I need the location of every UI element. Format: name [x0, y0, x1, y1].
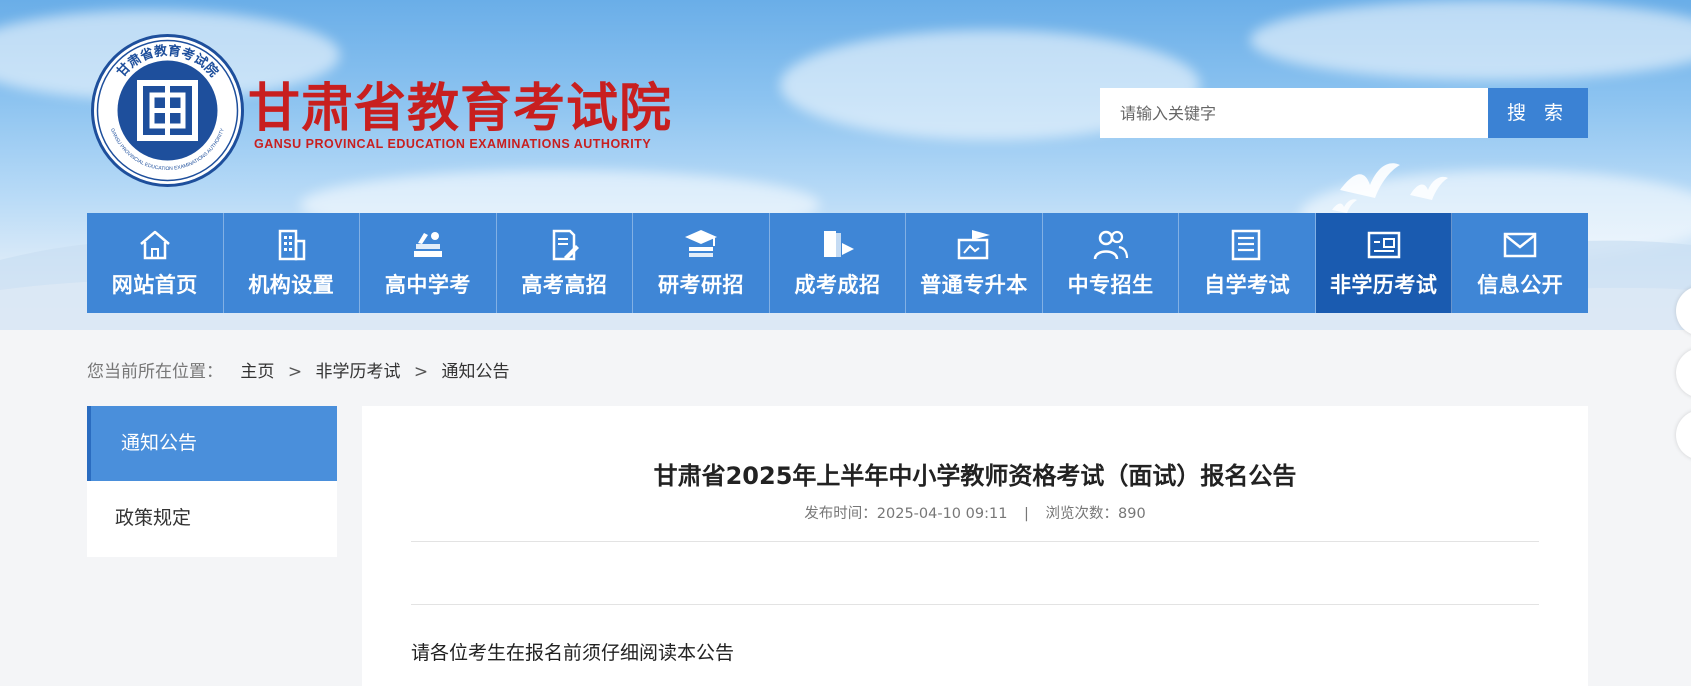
nav-item-self-study[interactable]: 自学考试 [1179, 213, 1316, 313]
views-label: 浏览次数： [1045, 506, 1119, 522]
nav-label: 非学历考试 [1329, 273, 1438, 297]
divider [411, 604, 1539, 605]
nav-item-postgraduate[interactable]: 研考研招 [633, 213, 770, 313]
nav-label: 高中学考 [384, 273, 471, 297]
breadcrumb-prefix: 您当前所在位置： [87, 362, 223, 382]
home-icon [139, 230, 170, 260]
search-button[interactable]: 搜 索 [1488, 88, 1588, 138]
publish-label: 发布时间： [804, 506, 877, 522]
sidebar-item-notices[interactable]: 通知公告 [87, 406, 337, 481]
site-subtitle: GANSU PROVINCAL EDUCATION EXAMINATIONS A… [254, 137, 652, 151]
nav-item-adult-exam[interactable]: 成考成招 [770, 213, 907, 313]
breadcrumb-link-notices[interactable]: 通知公告 [442, 362, 510, 382]
nav-label: 中专招生 [1067, 273, 1154, 297]
users-icon [1093, 230, 1128, 260]
site-title: 甘肃省教育考试院 [248, 79, 673, 139]
document-pen-icon [553, 229, 580, 261]
nav-item-information[interactable]: 信息公开 [1452, 213, 1588, 313]
view-count: 890 [1118, 506, 1146, 522]
nav-label: 信息公开 [1477, 273, 1564, 297]
mail-icon [1503, 232, 1537, 258]
cloud [1250, 0, 1691, 80]
search-input[interactable] [1100, 88, 1488, 138]
nav-label: 研考研招 [657, 273, 744, 297]
floating-tool-button[interactable] [1676, 410, 1691, 460]
meta-separator: | [1024, 506, 1029, 522]
nav-item-vocational[interactable]: 中专招生 [1043, 213, 1180, 313]
nav-label: 机构设置 [248, 273, 335, 297]
books-icon [413, 232, 442, 257]
nav-item-high-school-exam[interactable]: 高中学考 [360, 213, 497, 313]
logo-emblem: 甘肃省教育考试院 GANSU PROVINCIAL EDUCATION EXAM… [91, 34, 244, 187]
nav-label: 成考成招 [794, 273, 881, 297]
nav-item-non-degree-exam[interactable]: 非学历考试 [1315, 213, 1453, 313]
article-title: 甘肃省2025年上半年中小学教师资格考试（面试）报名公告 [653, 462, 1297, 490]
breadcrumb: 您当前所在位置： 主页 > 非学历考试 > 通知公告 [87, 357, 510, 382]
nav-label: 高考高招 [521, 273, 608, 297]
card-icon [1367, 231, 1400, 259]
book-flag-icon [823, 231, 854, 257]
cap-screen-icon [957, 230, 991, 260]
article-meta: 发布时间：2025-04-10 09:11 | 浏览次数：890 [362, 502, 1588, 523]
breadcrumb-separator: > [413, 362, 429, 382]
building-icon [279, 229, 306, 261]
nav-label: 自学考试 [1204, 273, 1291, 297]
sidebar-item-policies[interactable]: 政策规定 [87, 481, 337, 556]
breadcrumb-separator: > [287, 362, 303, 382]
sidebar: 通知公告 政策规定 [87, 406, 337, 557]
publish-time: 2025-04-10 09:11 [876, 506, 1008, 522]
nav-item-gaokao[interactable]: 高考高招 [497, 213, 634, 313]
notebook-icon [1231, 229, 1261, 261]
main-nav: 网站首页 机构设置 高中学考 高考高招 研考研招 成考成招 普通专升本 中专招生… [87, 213, 1588, 313]
breadcrumb-link-non-degree[interactable]: 非学历考试 [315, 362, 400, 382]
nav-item-organization[interactable]: 机构设置 [224, 213, 361, 313]
floating-tool-button[interactable] [1676, 348, 1691, 398]
article-panel: 甘肃省2025年上半年中小学教师资格考试（面试）报名公告 发布时间：2025-0… [362, 406, 1588, 686]
graduation-cap-icon [684, 230, 717, 257]
nav-label: 网站首页 [111, 273, 198, 297]
breadcrumb-link-home[interactable]: 主页 [240, 362, 274, 382]
birds-decoration [1332, 163, 1448, 213]
nav-item-upgrade-bachelor[interactable]: 普通专升本 [906, 213, 1043, 313]
article-intro: 请各位考生在报名前须仔细阅读本公告 [411, 642, 735, 664]
divider [411, 541, 1539, 542]
nav-item-home[interactable]: 网站首页 [87, 213, 224, 313]
nav-label: 普通专升本 [920, 273, 1028, 297]
